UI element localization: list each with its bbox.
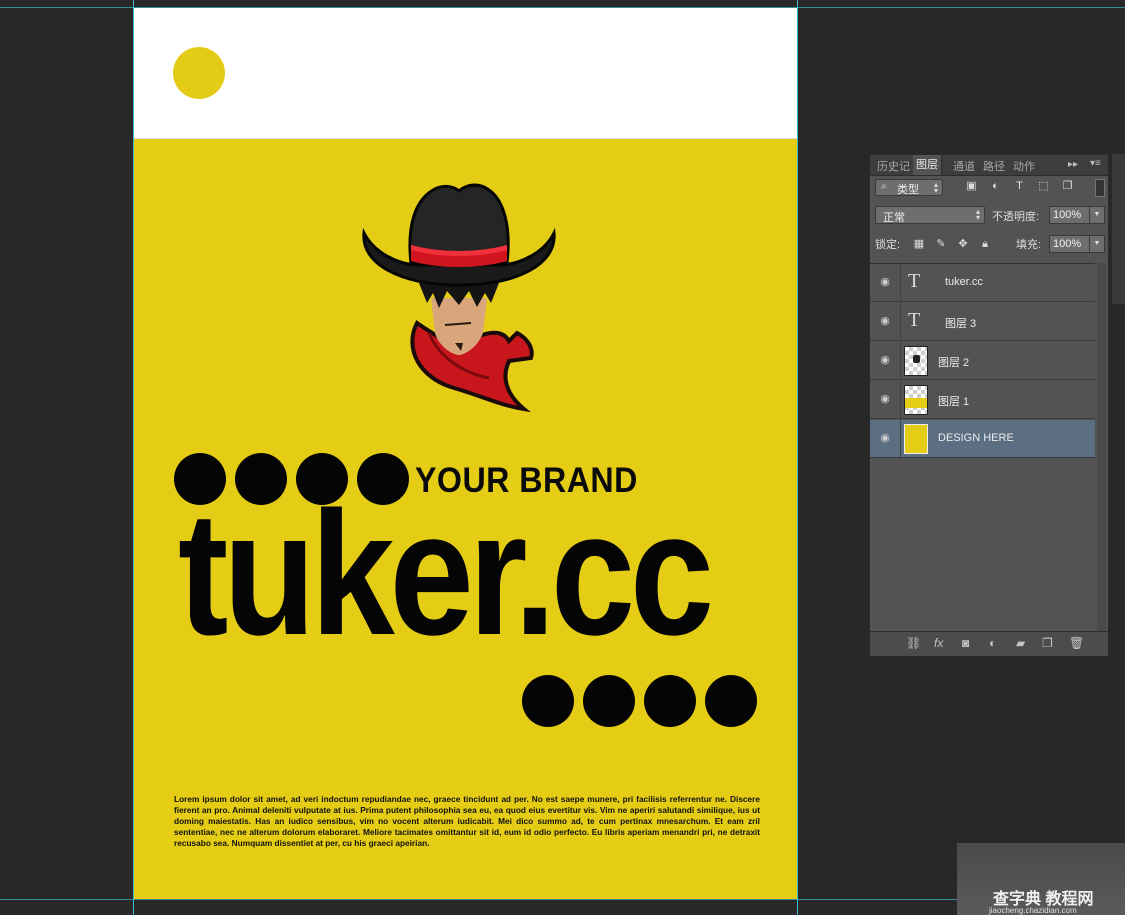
chevron-down-icon[interactable]: ▼ xyxy=(1089,207,1104,223)
filter-shape-icon[interactable]: ⬚ xyxy=(1038,181,1049,192)
lock-all-icon[interactable]: 🔒︎ xyxy=(979,238,991,250)
eye-divider xyxy=(900,381,901,419)
lock-move-icon[interactable]: ✥ xyxy=(957,238,969,250)
tab-paths[interactable]: 路径 xyxy=(983,158,1005,174)
fill-label: 填充: xyxy=(1016,239,1042,251)
mask-icon[interactable]: ◙ xyxy=(962,637,969,649)
opacity-value: 100% xyxy=(1053,209,1082,221)
filter-toggle-icon[interactable] xyxy=(1095,179,1105,197)
panel-menu-icon[interactable]: ▾≡ xyxy=(1090,158,1101,169)
layer-name: tuker.cc xyxy=(945,276,983,288)
adjustment-icon[interactable]: ◐ xyxy=(989,637,996,649)
link-icon[interactable]: ⛓ xyxy=(906,637,921,649)
blend-mode-value: 正常 xyxy=(883,212,905,224)
layers-panel: 历史记 图层 通道 路径 动作 ▸▸ ▾≡ ⌕ 类型 ▴ ▾ ▣ ◐ T ⬚ ❐ … xyxy=(869,154,1109,656)
eye-icon[interactable]: ◉ xyxy=(878,393,892,405)
lock-label: 锁定: xyxy=(875,239,901,251)
layer-filter-select[interactable]: ⌕ 类型 ▴ ▾ xyxy=(875,179,943,196)
tab-history[interactable]: 历史记 xyxy=(877,158,910,174)
black-dot xyxy=(644,675,696,727)
horizontal-guide-top[interactable] xyxy=(0,7,1125,8)
layer-thumbnail xyxy=(904,346,928,376)
tab-actions[interactable]: 动作 xyxy=(1013,158,1035,174)
black-dot xyxy=(522,675,574,727)
fill-input[interactable]: 100% ▼ xyxy=(1049,235,1105,253)
opacity-label: 不透明度: xyxy=(992,211,1040,223)
text-layer-icon: T xyxy=(908,270,921,292)
yellow-circle-mark xyxy=(173,47,225,99)
tab-channels[interactable]: 通道 xyxy=(953,158,975,174)
vertical-guide-left[interactable] xyxy=(133,0,134,915)
layer-name: 图层 1 xyxy=(938,396,970,408)
fx-icon[interactable]: fx xyxy=(934,637,943,649)
layer-name: 图层 3 xyxy=(945,318,977,330)
filter-text-icon[interactable]: T xyxy=(1014,181,1025,192)
filter-value: 类型 xyxy=(897,184,919,196)
lock-brush-icon[interactable]: ✎ xyxy=(935,238,947,250)
layer-name: DESIGN HERE xyxy=(938,432,1014,444)
watermark-url: jiaocheng.chazidian.com xyxy=(989,906,1077,915)
cowboy-mascot-image xyxy=(362,183,556,413)
right-panel-strip xyxy=(1112,154,1125,304)
vertical-guide-right[interactable] xyxy=(797,0,798,915)
layer-thumbnail xyxy=(904,424,928,454)
eye-icon[interactable]: ◉ xyxy=(878,354,892,366)
tab-layers[interactable]: 图层 xyxy=(913,155,942,175)
layer-thumbnail xyxy=(904,385,928,415)
panel-tab-bar: 历史记 图层 通道 路径 动作 ▸▸ ▾≡ xyxy=(870,155,1108,176)
layers-panel-footer: ⛓ fx ◙ ◐ ▰ ❐ 🗑︎ xyxy=(870,631,1108,656)
eye-icon[interactable]: ◉ xyxy=(878,315,892,327)
eye-icon[interactable]: ◉ xyxy=(878,432,892,444)
expand-panels-icon[interactable]: ▸▸ xyxy=(1068,159,1078,170)
eye-divider xyxy=(900,342,901,380)
opacity-input[interactable]: 100% ▼ xyxy=(1049,206,1105,224)
trash-icon[interactable]: 🗑︎ xyxy=(1069,637,1084,649)
eye-divider xyxy=(900,303,901,341)
text-layer-icon: T xyxy=(908,309,921,331)
lock-transparency-icon[interactable]: ▦ xyxy=(913,238,925,250)
layer-row-design-here[interactable]: ◉ DESIGN HERE xyxy=(870,420,1095,458)
cowboy-thumbnail-icon xyxy=(913,355,920,363)
filter-pixel-icon[interactable]: ▣ xyxy=(966,181,977,192)
black-dot xyxy=(705,675,757,727)
document-canvas[interactable]: YOUR BRAND tuker.cc Lorem ipsum dolor si… xyxy=(134,8,797,899)
blend-mode-select[interactable]: 正常 ▴ ▾ xyxy=(875,206,985,224)
chevron-updown-icon: ▴ ▾ xyxy=(975,207,980,222)
fill-value: 100% xyxy=(1053,238,1082,250)
eye-divider xyxy=(900,420,901,458)
chevron-down-icon[interactable]: ▼ xyxy=(1089,236,1104,252)
search-icon: ⌕ xyxy=(881,181,887,192)
layer-row-3[interactable]: ◉ T 图层 3 xyxy=(870,303,1095,341)
layer-row-2[interactable]: ◉ 图层 2 xyxy=(870,342,1095,380)
layer-name: 图层 2 xyxy=(938,357,970,369)
layer-row-tuker-cc[interactable]: ◉ T tuker.cc xyxy=(870,264,1095,302)
canvas-white-band xyxy=(134,8,797,139)
layer-list-scrollbar[interactable] xyxy=(1097,263,1106,631)
layer-list: ◉ T tuker.cc ◉ T 图层 3 ◉ 图层 2 ◉ 图层 1 ◉ DE… xyxy=(870,263,1095,632)
folder-icon[interactable]: ▰ xyxy=(1016,637,1025,649)
watermark: 查字典 教程网 jiaocheng.chazidian.com xyxy=(957,843,1125,915)
eye-divider xyxy=(900,264,901,302)
filter-smart-object-icon[interactable]: ❐ xyxy=(1062,181,1073,192)
layer-row-1[interactable]: ◉ 图层 1 xyxy=(870,381,1095,419)
new-layer-icon[interactable]: ❐ xyxy=(1042,637,1053,649)
filter-adjustment-icon[interactable]: ◐ xyxy=(990,181,1001,192)
headline-text: tuker.cc xyxy=(178,476,714,672)
black-dot xyxy=(583,675,635,727)
body-paragraph: Lorem ipsum dolor sit amet, ad veri indo… xyxy=(174,794,760,848)
yellow-strip-thumbnail-icon xyxy=(905,398,927,408)
eye-icon[interactable]: ◉ xyxy=(878,276,892,288)
chevron-updown-icon: ▴ ▾ xyxy=(933,180,938,195)
